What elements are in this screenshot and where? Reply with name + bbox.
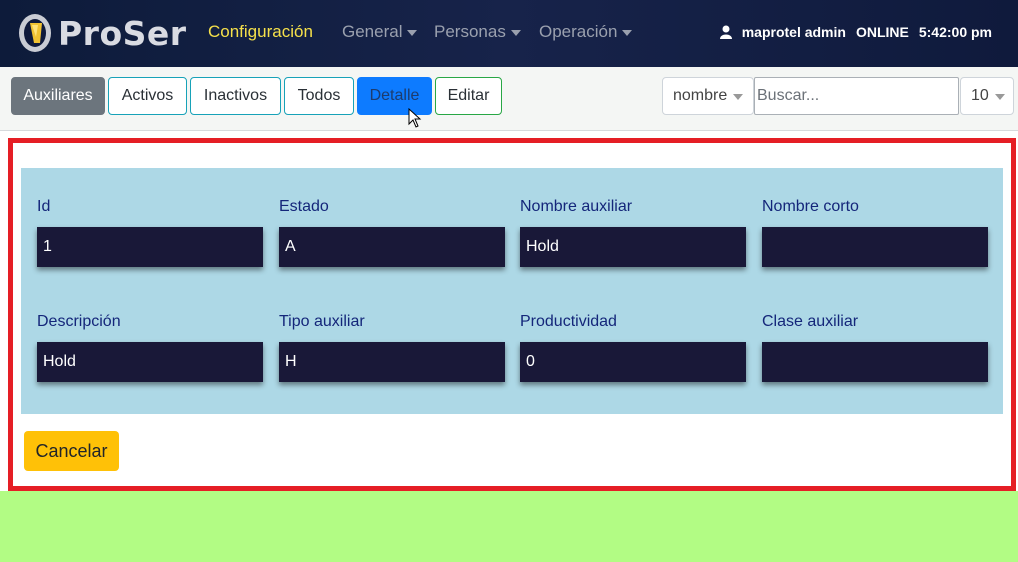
inactivos-button[interactable]: Inactivos: [190, 77, 281, 115]
nav-operacion-label: Operación: [539, 22, 618, 41]
chevron-down-icon: [407, 30, 418, 36]
nav-personas[interactable]: Personas: [434, 22, 521, 42]
id-label: Id: [37, 198, 51, 215]
productividad-label: Productividad: [520, 313, 617, 330]
brand-name[interactable]: ProSer: [58, 14, 187, 53]
estado-label: Estado: [279, 198, 329, 215]
editar-button[interactable]: Editar: [435, 77, 502, 115]
clase-auxiliar-label: Clase auxiliar: [762, 313, 859, 330]
sort-field-select[interactable]: nombre: [662, 77, 754, 115]
page-background: [0, 491, 1018, 562]
nombre-corto-field[interactable]: [762, 227, 988, 267]
clock-time: 5:42:00 pm: [918, 24, 992, 40]
nav-personas-label: Personas: [434, 22, 506, 41]
chevron-down-icon: [622, 30, 633, 36]
todos-button[interactable]: Todos: [284, 77, 354, 115]
estado-field[interactable]: A: [279, 227, 505, 267]
user-name[interactable]: maprotel admin: [742, 24, 846, 40]
nav-general[interactable]: General: [342, 22, 418, 42]
nombre-auxiliar-field[interactable]: Hold: [520, 227, 746, 267]
descripcion-label: Descripción: [37, 313, 121, 330]
tipo-auxiliar-label: Tipo auxiliar: [279, 313, 365, 330]
user-area: maprotel admin ONLINE 5:42:00 pm: [719, 24, 992, 40]
id-field[interactable]: 1: [37, 227, 263, 267]
chevron-down-icon: [733, 94, 744, 100]
logo-icon[interactable]: [18, 13, 52, 53]
search-input[interactable]: [754, 77, 959, 115]
online-status: ONLINE: [855, 24, 909, 40]
nav-configuracion[interactable]: Configuración: [208, 22, 313, 42]
page-size-select[interactable]: 10: [960, 77, 1014, 115]
auxiliares-button[interactable]: Auxiliares: [11, 77, 105, 115]
nav-operacion[interactable]: Operación: [539, 22, 633, 42]
nav-general-label: General: [342, 22, 403, 41]
nombre-auxiliar-label: Nombre auxiliar: [520, 198, 633, 215]
cancel-button[interactable]: Cancelar: [24, 431, 119, 471]
chevron-down-icon: [510, 30, 521, 36]
toolbar: Auxiliares Activos Inactivos Todos Detal…: [0, 67, 1018, 131]
descripcion-field[interactable]: Hold: [37, 342, 263, 382]
mouse-cursor-icon: [408, 108, 422, 128]
clase-auxiliar-field[interactable]: [762, 342, 988, 382]
productividad-field[interactable]: 0: [520, 342, 746, 382]
page-size-value: 10: [971, 87, 989, 104]
chevron-down-icon: [994, 94, 1005, 100]
activos-button[interactable]: Activos: [108, 77, 187, 115]
nav-configuracion-label: Configuración: [208, 22, 313, 41]
top-navbar: ProSer Configuración General Personas Op…: [0, 0, 1018, 67]
sort-field-value: nombre: [673, 87, 728, 104]
nombre-corto-label: Nombre corto: [762, 198, 859, 215]
user-icon: [719, 25, 732, 39]
tipo-auxiliar-field[interactable]: H: [279, 342, 505, 382]
